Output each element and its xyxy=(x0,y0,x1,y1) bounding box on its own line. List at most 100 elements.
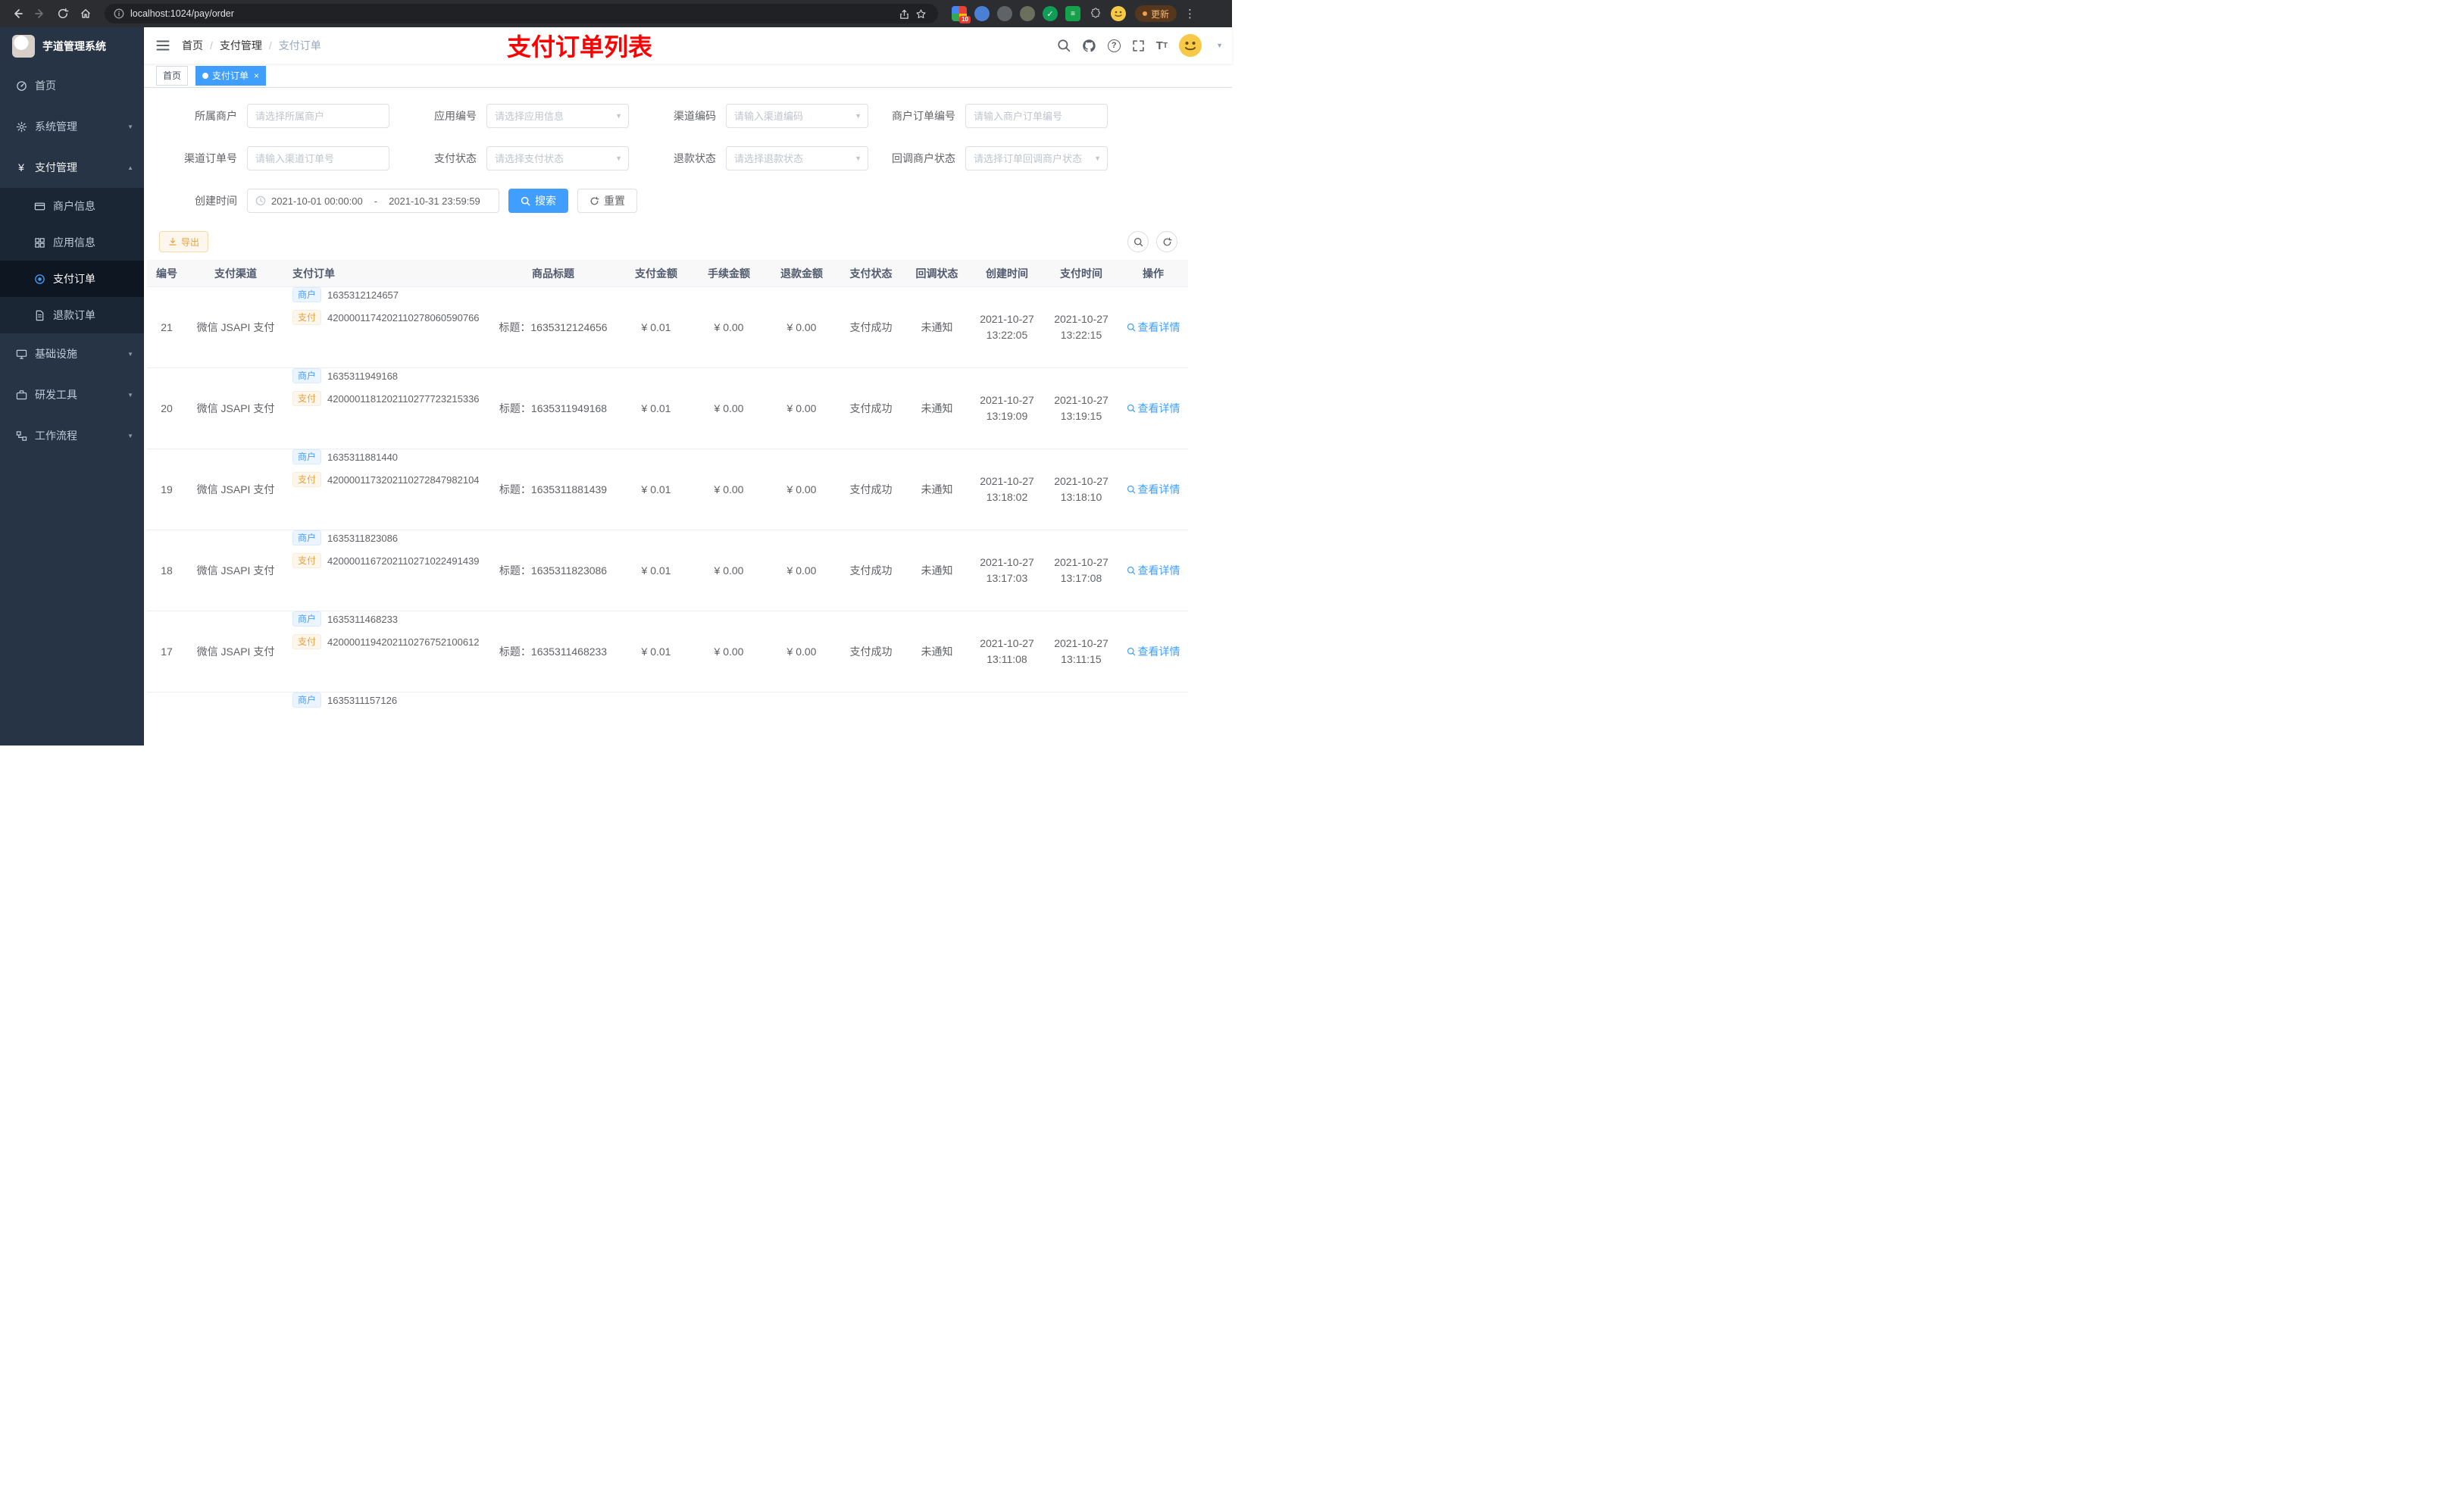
refund-status-select[interactable] xyxy=(726,146,868,170)
font-size-icon[interactable]: TT xyxy=(1156,39,1168,52)
extension-chat-icon[interactable]: ≡ xyxy=(1065,6,1080,21)
home-icon[interactable] xyxy=(74,2,97,25)
sidebar-item-home[interactable]: 首页 xyxy=(0,65,144,106)
sidebar-item-pay-order[interactable]: 支付订单 xyxy=(0,261,144,297)
merchant-line: 商户 1635312124657 xyxy=(292,287,399,302)
bookmark-star-icon[interactable] xyxy=(912,5,929,22)
cell-pay-amount: ¥ 0.01 xyxy=(641,645,671,658)
view-detail-link[interactable]: 查看详情 xyxy=(1127,320,1180,335)
column-header: 编号 xyxy=(156,267,177,280)
pay-tag: 支付 xyxy=(292,634,322,649)
view-detail-link[interactable]: 查看详情 xyxy=(1127,401,1180,416)
extension-colorful-icon[interactable]: 10 xyxy=(952,6,971,23)
cell-pay-channel: 微信 JSAPI 支付 xyxy=(196,564,275,577)
tab-pay-order[interactable]: 支付订单 × xyxy=(195,65,267,86)
extensions-puzzle-icon[interactable] xyxy=(1088,6,1103,21)
filter-create-time: 创建时间 2021-10-01 00:00:00 - 2021-10-31 23… xyxy=(159,189,499,213)
channel-order-no-input[interactable] xyxy=(247,146,389,170)
cell-fee-amount: ¥ 0.00 xyxy=(714,645,744,658)
toolbox-icon xyxy=(15,389,27,401)
extension-emoji-icon[interactable] xyxy=(1111,6,1126,21)
refresh-table-icon[interactable] xyxy=(1156,231,1177,252)
dashboard-icon xyxy=(15,80,27,92)
cell-actions xyxy=(1118,692,1188,746)
help-icon[interactable]: ? xyxy=(1107,39,1121,52)
merchant-tag: 商户 xyxy=(292,530,322,545)
sidebar-item-label: 退款订单 xyxy=(53,309,95,321)
cell-pay-time: 2021-10-27 13:22:15 xyxy=(1044,287,1118,367)
url-text[interactable]: localhost:1024/pay/order xyxy=(130,8,234,19)
filter-row-2: 渠道订单号 支付状态 ▼ 退款状态 ▼ 回调商户状态 ▼ xyxy=(159,146,1217,170)
extension-check-icon[interactable]: ✓ xyxy=(1043,6,1058,21)
fullscreen-icon[interactable] xyxy=(1132,39,1145,52)
back-icon[interactable] xyxy=(6,2,29,25)
view-detail-link[interactable]: 查看详情 xyxy=(1127,563,1180,578)
breadcrumb-payment[interactable]: 支付管理 xyxy=(220,38,262,53)
create-date: 2021-10-27 xyxy=(980,313,1034,325)
avatar-dropdown-caret-icon[interactable]: ▼ xyxy=(1216,42,1223,49)
reload-icon[interactable] xyxy=(52,2,74,25)
date-end-value[interactable]: 2021-10-31 23:59:59 xyxy=(389,195,480,207)
share-icon[interactable] xyxy=(896,5,912,22)
sidebar-item-payment[interactable]: ¥ 支付管理 ▲ xyxy=(0,147,144,188)
sidebar-item-app-info[interactable]: 应用信息 xyxy=(0,224,144,261)
merchant-order-number: 1635311823086 xyxy=(327,532,399,544)
date-range-picker[interactable]: 2021-10-01 00:00:00 - 2021-10-31 23:59:5… xyxy=(247,189,499,213)
merchant-order-no-input[interactable] xyxy=(965,104,1108,128)
channel-code-select[interactable] xyxy=(726,104,868,128)
target-circle-icon xyxy=(33,274,45,285)
app-logo[interactable]: 芋道管理系统 xyxy=(0,27,144,65)
breadcrumb-home[interactable]: 首页 xyxy=(182,38,203,53)
pay-date: 2021-10-27 xyxy=(1054,475,1108,487)
column-header: 支付渠道 xyxy=(214,267,257,280)
browser-menu-icon[interactable]: ⋮ xyxy=(1184,7,1196,20)
navbar-actions: ? TT ▼ xyxy=(1057,34,1232,57)
table-toolbar: 导出 xyxy=(159,231,1217,252)
sidebar-item-workflow[interactable]: 工作流程 ▼ xyxy=(0,415,144,456)
extension-gray-icon[interactable] xyxy=(997,6,1012,21)
tab-close-icon[interactable]: × xyxy=(254,70,259,81)
extension-olive-icon[interactable] xyxy=(1020,6,1035,21)
column-header: 创建时间 xyxy=(986,267,1028,280)
app-id-select[interactable] xyxy=(486,104,629,128)
extension-blue-icon[interactable] xyxy=(974,6,990,21)
tab-home[interactable]: 首页 xyxy=(156,65,189,86)
sidebar-item-system[interactable]: 系统管理 ▼ xyxy=(0,106,144,147)
column-header: 退款金额 xyxy=(780,267,823,280)
date-start-value[interactable]: 2021-10-01 00:00:00 xyxy=(271,195,363,207)
header-search-icon[interactable] xyxy=(1057,39,1071,52)
github-icon[interactable] xyxy=(1082,39,1096,53)
cell-actions: 查看详情 xyxy=(1118,611,1188,692)
forward-icon[interactable] xyxy=(29,2,52,25)
hamburger-icon[interactable] xyxy=(144,39,182,52)
view-detail-link[interactable]: 查看详情 xyxy=(1127,482,1180,497)
notify-status-select[interactable] xyxy=(965,146,1108,170)
cell-product-title: 标题：1635312124656 xyxy=(499,321,608,333)
filter-label: 渠道订单号 xyxy=(184,152,237,164)
cell-pay-time xyxy=(1044,692,1118,746)
toggle-search-icon[interactable] xyxy=(1127,231,1149,252)
create-date: 2021-10-27 xyxy=(980,394,1034,406)
pay-time: 13:19:15 xyxy=(1060,410,1102,422)
merchant-order-number: 1635311468233 xyxy=(327,613,399,625)
site-info-icon[interactable] xyxy=(114,8,124,19)
create-time: 13:19:09 xyxy=(986,410,1028,422)
export-button[interactable]: 导出 xyxy=(159,231,209,252)
breadcrumb-separator: / xyxy=(210,39,213,52)
search-button[interactable]: 搜索 xyxy=(508,189,568,213)
sidebar-item-merchant-info[interactable]: 商户信息 xyxy=(0,188,144,224)
address-bar[interactable]: localhost:1024/pay/order xyxy=(105,4,938,23)
merchant-input[interactable] xyxy=(247,104,389,128)
pay-status-select[interactable] xyxy=(486,146,629,170)
create-date: 2021-10-27 xyxy=(980,637,1034,649)
reset-button[interactable]: 重置 xyxy=(577,189,637,213)
table-row: 19 微信 JSAPI 支付 商户 1635311881440 支付 42000… xyxy=(147,449,1188,530)
sidebar-item-label: 首页 xyxy=(35,80,56,92)
sidebar-item-infrastructure[interactable]: 基础设施 ▼ xyxy=(0,333,144,374)
sidebar-item-dev-tools[interactable]: 研发工具 ▼ xyxy=(0,374,144,415)
filter-channel-code: 渠道编码 ▼ xyxy=(638,104,877,128)
user-avatar[interactable] xyxy=(1179,34,1202,57)
sidebar-item-refund-order[interactable]: 退款订单 xyxy=(0,297,144,333)
browser-update-button[interactable]: 更新 xyxy=(1135,5,1177,22)
view-detail-link[interactable]: 查看详情 xyxy=(1127,644,1180,659)
